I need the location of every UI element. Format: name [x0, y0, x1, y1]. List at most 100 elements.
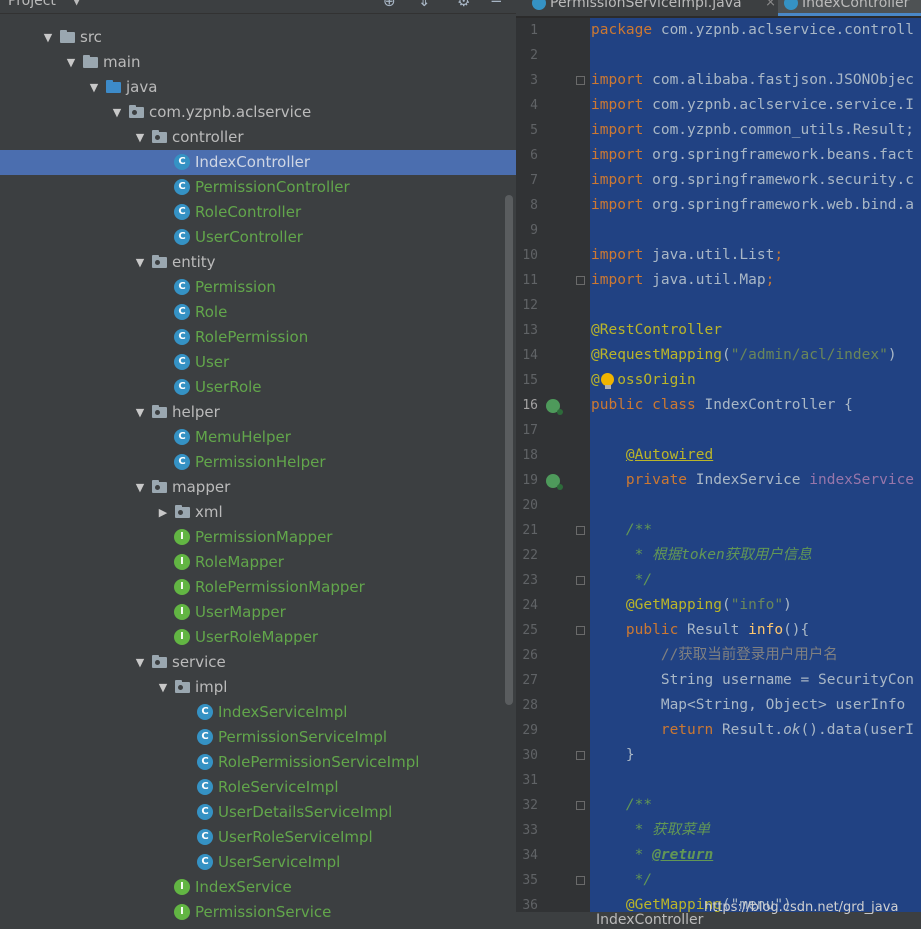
tab-index-controller[interactable]: IndexController	[778, 0, 921, 16]
code-line[interactable]: * 根据token获取用户信息	[591, 543, 812, 568]
code-line[interactable]: import org.springframework.beans.fact	[591, 143, 914, 168]
fold-icon[interactable]	[576, 751, 585, 760]
code-line[interactable]: /**	[591, 793, 652, 818]
fold-icon[interactable]	[576, 876, 585, 885]
tree-item[interactable]: C Permission	[0, 275, 516, 300]
line-number[interactable]: 31	[516, 768, 538, 793]
code-editor[interactable]: PermissionServiceImpl.java × IndexContro…	[516, 0, 921, 929]
project-scrollbar[interactable]	[505, 195, 513, 705]
line-number[interactable]: 19	[516, 468, 538, 493]
code-line[interactable]: import java.util.Map;	[591, 268, 774, 293]
line-number[interactable]: 17	[516, 418, 538, 443]
tree-item[interactable]: I RolePermissionMapper	[0, 575, 516, 600]
tree-item[interactable]: C UserRole	[0, 375, 516, 400]
tree-item[interactable]: ▼ com.yzpnb.aclservice	[0, 100, 516, 125]
line-number[interactable]: 29	[516, 718, 538, 743]
tree-item[interactable]: I PermissionMapper	[0, 525, 516, 550]
code-line[interactable]: package com.yzpnb.aclservice.controll	[591, 18, 914, 43]
tree-item[interactable]: C PermissionController	[0, 175, 516, 200]
tree-item[interactable]: C User	[0, 350, 516, 375]
lightbulb-icon[interactable]	[601, 373, 615, 389]
tree-item[interactable]: C PermissionServiceImpl	[0, 725, 516, 750]
tree-item[interactable]: C IndexServiceImpl	[0, 700, 516, 725]
tree-item[interactable]: C RoleController	[0, 200, 516, 225]
chevron-down-icon[interactable]: ▼	[133, 129, 147, 146]
code-line[interactable]: */	[591, 568, 652, 593]
code-line[interactable]: @GetMapping("info")	[591, 593, 792, 618]
tree-item[interactable]: C RoleServiceImpl	[0, 775, 516, 800]
line-number[interactable]: 16	[516, 393, 538, 418]
tree-item[interactable]: I UserMapper	[0, 600, 516, 625]
code-line[interactable]: @Autowired	[591, 443, 713, 468]
target-icon[interactable]: ⊕	[383, 0, 396, 10]
line-number[interactable]: 32	[516, 793, 538, 818]
tree-item[interactable]: C MemuHelper	[0, 425, 516, 450]
line-number[interactable]: 34	[516, 843, 538, 868]
line-number[interactable]: 22	[516, 543, 538, 568]
line-number[interactable]: 1	[516, 18, 538, 43]
tree-item[interactable]: ▼ mapper	[0, 475, 516, 500]
line-number[interactable]: 25	[516, 618, 538, 643]
code-line[interactable]: * 获取菜单	[591, 818, 710, 843]
tab-permission-service-impl[interactable]: PermissionServiceImpl.java ×	[526, 0, 784, 16]
tree-item[interactable]: ▼ src	[0, 25, 516, 50]
chevron-down-icon[interactable]: ▼	[41, 29, 55, 46]
code-line[interactable]: }	[591, 743, 635, 768]
tree-item[interactable]: ▼ service	[0, 650, 516, 675]
fold-icon[interactable]	[576, 276, 585, 285]
line-number[interactable]: 14	[516, 343, 538, 368]
code-line[interactable]: import com.yzpnb.aclservice.service.I	[591, 93, 914, 118]
code-line[interactable]: private IndexService indexService	[591, 468, 914, 493]
tree-item[interactable]: C RolePermission	[0, 325, 516, 350]
line-number[interactable]: 11	[516, 268, 538, 293]
fold-icon[interactable]	[576, 801, 585, 810]
line-number[interactable]: 12	[516, 293, 538, 318]
chevron-down-icon[interactable]: ▼	[133, 254, 147, 271]
editor-gutter[interactable]: 1 2 3 4 5 6 7 8 9 10 11 12 13 14 15 16 17 18 19 20 21 22 23 24 2…	[516, 18, 590, 929]
chevron-right-icon[interactable]: ▶	[156, 504, 170, 521]
fold-icon[interactable]	[576, 76, 585, 85]
code-line[interactable]: import com.alibaba.fastjson.JSONObjec	[591, 68, 914, 93]
line-number[interactable]: 9	[516, 218, 538, 243]
fold-icon[interactable]	[576, 626, 585, 635]
tree-item[interactable]: C RolePermissionServiceImpl	[0, 750, 516, 775]
chevron-down-icon[interactable]: ▼	[156, 679, 170, 696]
tree-item[interactable]: ▼ main	[0, 50, 516, 75]
code-line[interactable]: @RequestMapping("/admin/acl/index")	[591, 343, 897, 368]
code-line[interactable]: String username = SecurityCon	[591, 668, 914, 693]
tree-item[interactable]: ▼ impl	[0, 675, 516, 700]
line-number[interactable]: 26	[516, 643, 538, 668]
bean-icon[interactable]	[546, 474, 563, 490]
code-line[interactable]: import java.util.List;	[591, 243, 783, 268]
code-line[interactable]: import org.springframework.security.c	[591, 168, 914, 193]
code-line[interactable]: public class IndexController {	[591, 393, 853, 418]
code-line[interactable]: public Result info(){	[591, 618, 809, 643]
tree-item[interactable]: I RoleMapper	[0, 550, 516, 575]
code-line[interactable]: * @return	[591, 843, 714, 868]
line-number[interactable]: 13	[516, 318, 538, 343]
line-number[interactable]: 7	[516, 168, 538, 193]
fold-icon[interactable]	[576, 576, 585, 585]
tree-item[interactable]: C UserDetailsServiceImpl	[0, 800, 516, 825]
tree-item[interactable]: C UserController	[0, 225, 516, 250]
code-line[interactable]: /**	[591, 518, 652, 543]
tree-item[interactable]: ▼ entity	[0, 250, 516, 275]
line-number[interactable]: 6	[516, 143, 538, 168]
close-icon[interactable]: ×	[765, 0, 776, 14]
line-number[interactable]: 23	[516, 568, 538, 593]
tree-item[interactable]: I PermissionService	[0, 900, 516, 925]
chevron-down-icon[interactable]: ▼	[64, 54, 78, 71]
line-number[interactable]: 3	[516, 68, 538, 93]
line-number[interactable]: 30	[516, 743, 538, 768]
line-number[interactable]: 33	[516, 818, 538, 843]
line-number[interactable]: 27	[516, 668, 538, 693]
code-line[interactable]: import org.springframework.web.bind.a	[591, 193, 914, 218]
code-line[interactable]: import com.yzpnb.common_utils.Result;	[591, 118, 914, 143]
line-number[interactable]: 10	[516, 243, 538, 268]
chevron-down-icon[interactable]: ▼	[133, 654, 147, 671]
code-line[interactable]: return Result.ok().data(userI	[591, 718, 914, 743]
line-number[interactable]: 28	[516, 693, 538, 718]
tree-item[interactable]: C Role	[0, 300, 516, 325]
tree-item[interactable]: C UserServiceImpl	[0, 850, 516, 875]
bean-icon[interactable]	[546, 399, 563, 415]
